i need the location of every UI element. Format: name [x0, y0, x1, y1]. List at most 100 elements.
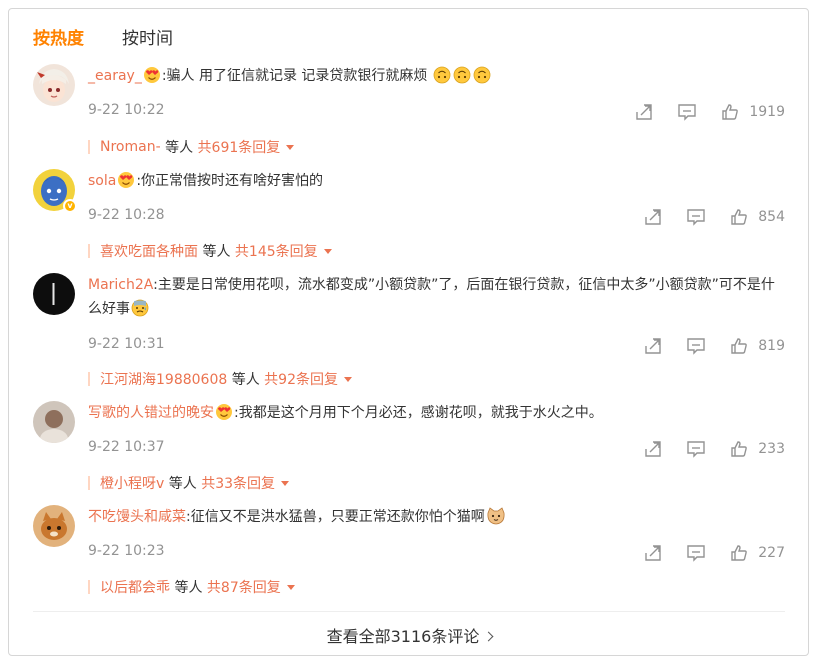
avatar[interactable]	[33, 401, 75, 443]
tab-time[interactable]: 按时间	[122, 24, 173, 49]
comment-username[interactable]: Marich2A	[88, 277, 153, 293]
reply-user[interactable]: Nroman-	[100, 139, 161, 155]
comment-item: _earay_:骗人 用了征信就记录 记录贷款银行就麻烦 9-22 10:22 …	[33, 64, 785, 164]
reply-bar	[88, 244, 90, 258]
reply-count-link[interactable]: 共145条回复	[235, 241, 318, 261]
thumbs-up-icon	[731, 209, 748, 225]
reply-summary: Nroman- 等人 共691条回复	[88, 137, 295, 157]
heart-eyes-emoji-icon	[215, 403, 233, 421]
share-button[interactable]	[635, 103, 653, 121]
like-button[interactable]: 233	[730, 440, 785, 458]
comment-item: 不吃馒头和咸菜:征信又不是洪水猛兽，只要正常还款你怕个猫啊 9-22 10:23…	[33, 505, 785, 605]
avatar[interactable]	[33, 273, 75, 315]
reply-user[interactable]: 江河湖海19880608	[100, 369, 227, 389]
reply-mid: 等人	[202, 244, 231, 260]
comment-time: 9-22 10:31	[88, 336, 165, 352]
sweat-face-emoji-icon	[131, 299, 149, 317]
reply-summary: 橙小程呀v 等人 共33条回复	[88, 473, 290, 493]
reply-count-link[interactable]: 共33条回复	[201, 473, 275, 493]
comment-button[interactable]	[686, 337, 706, 355]
upside-down-face-icon	[453, 66, 471, 84]
comment-icon	[678, 104, 697, 121]
comment-actions: 819	[620, 335, 785, 357]
share-icon	[636, 104, 653, 120]
reply-mid: 等人	[231, 372, 260, 388]
comment-body: :征信又不是洪水猛兽，只要正常还款你怕个猫啊	[186, 509, 485, 525]
caret-down-icon	[286, 144, 295, 150]
comment-text: 不吃馒头和咸菜:征信又不是洪水猛兽，只要正常还款你怕个猫啊	[88, 505, 788, 529]
comment-text: _earay_:骗人 用了征信就记录 记录贷款银行就麻烦	[88, 64, 788, 88]
chevron-right-icon	[483, 631, 494, 642]
like-count: 227	[758, 545, 785, 561]
view-all-label: 查看全部3116条评论	[326, 627, 480, 646]
avatar[interactable]	[33, 505, 75, 547]
reply-user[interactable]: 喜欢吃面各种面	[100, 241, 198, 261]
reply-mid: 等人	[174, 580, 203, 596]
thumbs-up-icon	[731, 441, 748, 457]
share-button[interactable]	[644, 337, 662, 355]
comment-body: :我都是这个月用下个月必还，感谢花呗，就我于水火之中。	[234, 405, 603, 421]
reply-bar	[88, 476, 90, 490]
upside-down-face-icon	[433, 66, 451, 84]
reply-mid: 等人	[168, 476, 197, 492]
like-button[interactable]: 1919	[721, 103, 785, 121]
comment-icon	[687, 338, 705, 355]
share-button[interactable]	[644, 208, 662, 226]
comment-button[interactable]	[686, 208, 706, 226]
comment-actions: 854	[620, 206, 785, 228]
reply-count-link[interactable]: 共691条回复	[198, 137, 281, 157]
share-icon	[645, 545, 661, 561]
upside-down-face-icon	[473, 66, 491, 84]
heart-eyes-emoji-icon	[117, 171, 135, 189]
thumbs-up-icon	[722, 104, 739, 120]
reply-user[interactable]: 橙小程呀v	[100, 473, 164, 493]
comment-icon	[687, 209, 705, 226]
reply-summary: 以后都会乖 等人 共87条回复	[88, 577, 295, 597]
sort-tabs: 按热度 按时间	[33, 23, 211, 49]
view-all-comments-link[interactable]: 查看全部3116条评论	[9, 623, 810, 647]
like-button[interactable]: 819	[730, 337, 785, 355]
like-button[interactable]: 227	[730, 544, 785, 562]
comment-time: 9-22 10:23	[88, 543, 165, 559]
reply-bar	[88, 372, 90, 386]
comment-icon	[687, 545, 705, 562]
avatar[interactable]	[33, 64, 75, 106]
comment-time: 9-22 10:37	[88, 439, 165, 455]
comment-item: 写歌的人错过的晚安 :我都是这个月用下个月必还，感谢花呗，就我于水火之中。 9-2…	[33, 401, 785, 501]
comment-username[interactable]: 不吃馒头和咸菜	[88, 509, 186, 525]
reply-bar	[88, 580, 90, 594]
comments-panel: 按热度 按时间 _earay_:骗人 用了征信就记录 记录贷款银行就麻烦 9-2…	[8, 8, 809, 656]
share-button[interactable]	[644, 544, 662, 562]
comment-button[interactable]	[677, 103, 697, 121]
thumbs-up-icon	[731, 545, 748, 561]
reply-summary: 江河湖海19880608 等人 共92条回复	[88, 369, 352, 389]
comment-button[interactable]	[686, 440, 706, 458]
comment-username[interactable]: 写歌的人错过的晚安	[88, 405, 214, 421]
comment-actions: 227	[620, 542, 785, 564]
comment-item: v sola:你正常借按时还有啥好害怕的 9-22 10:28 854 喜欢吃面…	[33, 169, 785, 269]
tab-hot[interactable]: 按热度	[33, 24, 84, 49]
comment-username[interactable]: sola	[88, 173, 116, 189]
reply-user[interactable]: 以后都会乖	[100, 577, 170, 597]
caret-down-icon	[281, 480, 290, 486]
comment-text: Marich2A:主要是日常使用花呗，流水都变成”小额贷款”了，后面在银行贷款，…	[88, 273, 788, 321]
comment-text: 写歌的人错过的晚安 :我都是这个月用下个月必还，感谢花呗，就我于水火之中。	[88, 401, 788, 425]
reply-bar	[88, 140, 90, 154]
reply-summary: 喜欢吃面各种面 等人 共145条回复	[88, 241, 332, 261]
divider	[33, 611, 785, 612]
share-icon	[645, 209, 661, 225]
verified-badge-icon: v	[63, 199, 77, 213]
caret-down-icon	[344, 376, 352, 382]
comment-icon	[687, 441, 705, 458]
thumbs-up-icon	[731, 338, 748, 354]
like-count: 233	[758, 441, 785, 457]
comment-button[interactable]	[686, 544, 706, 562]
comment-actions: 1919	[611, 101, 785, 123]
share-button[interactable]	[644, 440, 662, 458]
reply-count-link[interactable]: 共92条回复	[264, 369, 338, 389]
cat-emoji-icon	[486, 507, 505, 525]
like-button[interactable]: 854	[730, 208, 785, 226]
reply-count-link[interactable]: 共87条回复	[207, 577, 281, 597]
comment-username[interactable]: _earay_	[88, 68, 142, 84]
share-icon	[645, 338, 661, 354]
